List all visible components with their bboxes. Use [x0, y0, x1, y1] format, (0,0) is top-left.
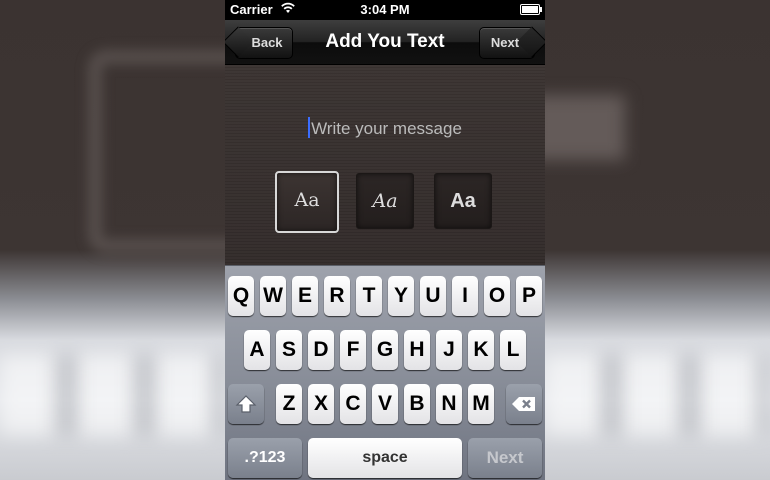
status-bar: Carrier 3:04 PM: [225, 0, 545, 20]
key-e[interactable]: E: [292, 276, 318, 316]
next-button[interactable]: Next: [479, 27, 535, 59]
key-f[interactable]: F: [340, 330, 366, 370]
key-d[interactable]: D: [308, 330, 334, 370]
key-o[interactable]: O: [484, 276, 510, 316]
text-editor-area: Write your message Aa Aa Aa: [225, 65, 545, 265]
numbers-key[interactable]: .?123: [228, 438, 302, 478]
phone-screen: Carrier 3:04 PM Back Add You Text Next W…: [225, 0, 545, 480]
blurred-shape: [88, 50, 225, 253]
key-s[interactable]: S: [276, 330, 302, 370]
key-t[interactable]: T: [356, 276, 382, 316]
key-n[interactable]: N: [436, 384, 462, 424]
key-q[interactable]: Q: [228, 276, 254, 316]
next-button-label: Next: [490, 35, 520, 50]
key-r[interactable]: R: [324, 276, 350, 316]
keyboard: Q W E R T Y U I O P A S D F G H J K L Z …: [225, 265, 545, 480]
key-w[interactable]: W: [260, 276, 286, 316]
key-j[interactable]: J: [436, 330, 462, 370]
blurred-shape: [545, 95, 625, 160]
key-y[interactable]: Y: [388, 276, 414, 316]
message-input[interactable]: Write your message: [225, 117, 545, 139]
next-key[interactable]: Next: [468, 438, 542, 478]
font-option-script[interactable]: Aa: [356, 173, 414, 229]
delete-key[interactable]: [506, 384, 542, 424]
key-u[interactable]: U: [420, 276, 446, 316]
font-option-bold[interactable]: Aa: [434, 173, 492, 229]
key-c[interactable]: C: [340, 384, 366, 424]
shift-key[interactable]: [228, 384, 264, 424]
shift-icon: [235, 394, 257, 413]
font-option-serif[interactable]: Aa: [275, 171, 339, 233]
key-h[interactable]: H: [404, 330, 430, 370]
text-cursor: [308, 117, 311, 138]
key-l[interactable]: L: [500, 330, 526, 370]
key-k[interactable]: K: [468, 330, 494, 370]
key-x[interactable]: X: [308, 384, 334, 424]
blurred-keyboard: [0, 355, 225, 435]
blurred-background-right: [545, 0, 770, 480]
key-p[interactable]: P: [516, 276, 542, 316]
navigation-bar: Back Add You Text Next: [225, 20, 545, 65]
delete-icon: [512, 396, 535, 411]
space-key[interactable]: space: [308, 438, 462, 478]
blurred-background-left: [0, 0, 225, 480]
battery-icon: [520, 4, 542, 15]
key-m[interactable]: M: [468, 384, 494, 424]
blurred-keyboard: [545, 355, 770, 435]
message-placeholder: Write your message: [311, 119, 462, 138]
key-z[interactable]: Z: [276, 384, 302, 424]
key-i[interactable]: I: [452, 276, 478, 316]
key-a[interactable]: A: [244, 330, 270, 370]
key-v[interactable]: V: [372, 384, 398, 424]
clock: 3:04 PM: [360, 2, 410, 17]
key-g[interactable]: G: [372, 330, 398, 370]
key-b[interactable]: B: [404, 384, 430, 424]
back-button-label: Back: [251, 35, 283, 50]
